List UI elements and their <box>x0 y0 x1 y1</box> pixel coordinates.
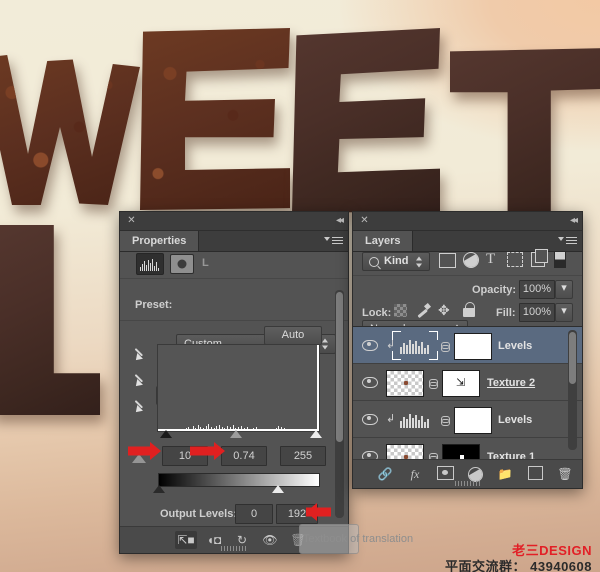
layer-styles-fx-icon[interactable]: fx <box>404 465 426 483</box>
chevron-updown-icon <box>322 338 329 350</box>
layers-footer: 🔗 fx 📁 🗑 <box>353 459 582 488</box>
new-layer-icon[interactable] <box>524 465 546 483</box>
group-watermark: 平面交流群： 43940608 <box>445 559 592 572</box>
new-group-icon[interactable]: 📁 <box>494 465 516 483</box>
highlight-input-slider[interactable] <box>310 430 322 438</box>
layers-scrollbar[interactable] <box>568 330 577 450</box>
lock-all-icon[interactable] <box>463 302 475 317</box>
arrow-input-shadow <box>128 442 162 460</box>
layer-visibility-icon[interactable] <box>362 414 378 425</box>
close-icon[interactable]: ✕ <box>360 216 369 226</box>
auto-button[interactable]: Auto <box>264 326 322 345</box>
letter-t <box>450 48 600 218</box>
panel-menu-icon[interactable] <box>558 235 578 247</box>
letter-l <box>0 225 100 415</box>
filter-toggle-icon[interactable] <box>554 251 566 268</box>
layer-thumbnail[interactable] <box>386 370 424 397</box>
mask-icon[interactable] <box>170 254 194 274</box>
opacity-label: Opacity: <box>472 284 517 296</box>
resize-grip[interactable] <box>221 546 247 551</box>
output-levels-label: Output Levels: <box>160 508 238 520</box>
histogram[interactable] <box>157 344 320 432</box>
arrow-input-midtone <box>190 442 226 460</box>
filter-kind-select[interactable]: Kind <box>362 252 430 271</box>
collapse-icon[interactable]: ◂◂ <box>570 215 578 226</box>
table-row[interactable]: ↲ Levels <box>353 327 582 364</box>
filter-type-icon[interactable]: T <box>486 251 495 267</box>
filter-smartobject-icon[interactable] <box>531 249 548 267</box>
filter-pixel-icon[interactable] <box>439 253 456 268</box>
table-row[interactable]: ↲ Levels <box>353 401 582 438</box>
layer-name[interactable]: Levels <box>498 414 532 426</box>
panel-menu-icon[interactable] <box>324 235 344 247</box>
levels-histogram-icon[interactable] <box>136 253 164 275</box>
clip-to-layer-icon[interactable]: ⇱■ <box>175 531 197 549</box>
midtone-input-slider[interactable] <box>230 430 242 438</box>
output-black-field[interactable]: 0 <box>235 504 273 524</box>
preset-label: Preset: <box>135 299 173 311</box>
lock-position-icon[interactable]: ✥ <box>438 303 453 318</box>
letter-e-dark <box>292 28 440 213</box>
layer-visibility-icon[interactable] <box>362 340 378 351</box>
levels-adjustment-thumbnail[interactable] <box>400 410 430 428</box>
output-white-slider[interactable] <box>272 485 284 493</box>
lock-image-pixels-icon[interactable] <box>415 302 432 318</box>
toggle-visibility-icon[interactable]: 👁 <box>259 531 281 549</box>
layer-name[interactable]: Texture 2 <box>487 377 535 389</box>
fill-field[interactable]: 100% <box>519 303 555 322</box>
opacity-field[interactable]: 100% <box>519 280 555 299</box>
letter-w <box>0 55 140 205</box>
input-midtone-field[interactable]: 0.74 <box>221 446 267 466</box>
opacity-dropdown-icon[interactable]: ▾ <box>555 280 573 299</box>
layer-name[interactable]: Levels <box>498 340 532 352</box>
add-layer-mask-icon[interactable] <box>434 465 456 483</box>
fill-dropdown-icon[interactable]: ▾ <box>555 303 573 322</box>
collapse-icon[interactable]: ◂◂ <box>336 215 344 226</box>
layers-titlebar: ✕ ◂◂ <box>353 212 582 231</box>
screenshot-root: ✕ ◂◂ Properties L Preset: Auto 10 0.74 2… <box>0 0 600 572</box>
tab-layers[interactable]: Layers <box>353 231 414 251</box>
link-mask-icon[interactable] <box>429 379 438 389</box>
link-layers-icon[interactable]: 🔗 <box>374 465 396 483</box>
properties-titlebar: ✕ ◂◂ <box>120 212 348 231</box>
arrow-output-white <box>295 503 331 521</box>
layer-mask-thumbnail[interactable] <box>454 407 492 434</box>
clipping-mask-icon: ↲ <box>386 413 396 425</box>
input-highlight-field[interactable]: 255 <box>280 446 326 466</box>
lock-label: Lock: <box>362 307 392 319</box>
resize-grip[interactable] <box>454 481 481 486</box>
filter-kind-label: Kind <box>384 255 409 267</box>
chevron-updown-icon <box>416 256 423 267</box>
layers-panel: ✕ ◂◂ Layers Kind T Normal <box>352 211 583 489</box>
lock-transparent-pixels-icon[interactable] <box>394 304 407 317</box>
tab-properties[interactable]: Properties <box>120 231 200 251</box>
layer-mask-thumbnail[interactable]: ⇲ <box>442 370 480 397</box>
adjustment-type-label: L <box>202 257 209 269</box>
letter-e <box>140 28 290 210</box>
levels-adjustment-thumbnail[interactable] <box>400 336 430 354</box>
search-icon <box>369 257 379 267</box>
layer-mask-thumbnail[interactable] <box>454 333 492 360</box>
link-mask-icon[interactable] <box>441 416 450 426</box>
close-icon[interactable]: ✕ <box>127 216 136 226</box>
tooltip-text: Textbook of translation <box>303 533 414 545</box>
output-gradient-bar <box>158 473 320 487</box>
filter-shape-icon[interactable] <box>507 252 523 267</box>
adjustment-header-row: L <box>120 250 348 279</box>
set-gray-point-eyedropper[interactable] <box>133 372 149 389</box>
set-white-point-eyedropper[interactable] <box>133 398 149 415</box>
set-black-point-eyedropper[interactable] <box>133 346 149 363</box>
delete-layer-icon[interactable]: 🗑 <box>554 465 576 483</box>
layer-visibility-icon[interactable] <box>362 377 378 388</box>
table-row[interactable]: ⇲ Texture 2 <box>353 364 582 401</box>
output-black-slider[interactable] <box>153 485 165 493</box>
properties-scrollbar[interactable] <box>335 290 344 518</box>
link-mask-icon[interactable] <box>441 342 450 352</box>
filter-adjustment-icon[interactable] <box>463 252 479 268</box>
fill-label: Fill: <box>496 307 516 319</box>
shadow-input-slider[interactable] <box>160 430 172 438</box>
properties-tabrow: Properties <box>120 231 348 252</box>
